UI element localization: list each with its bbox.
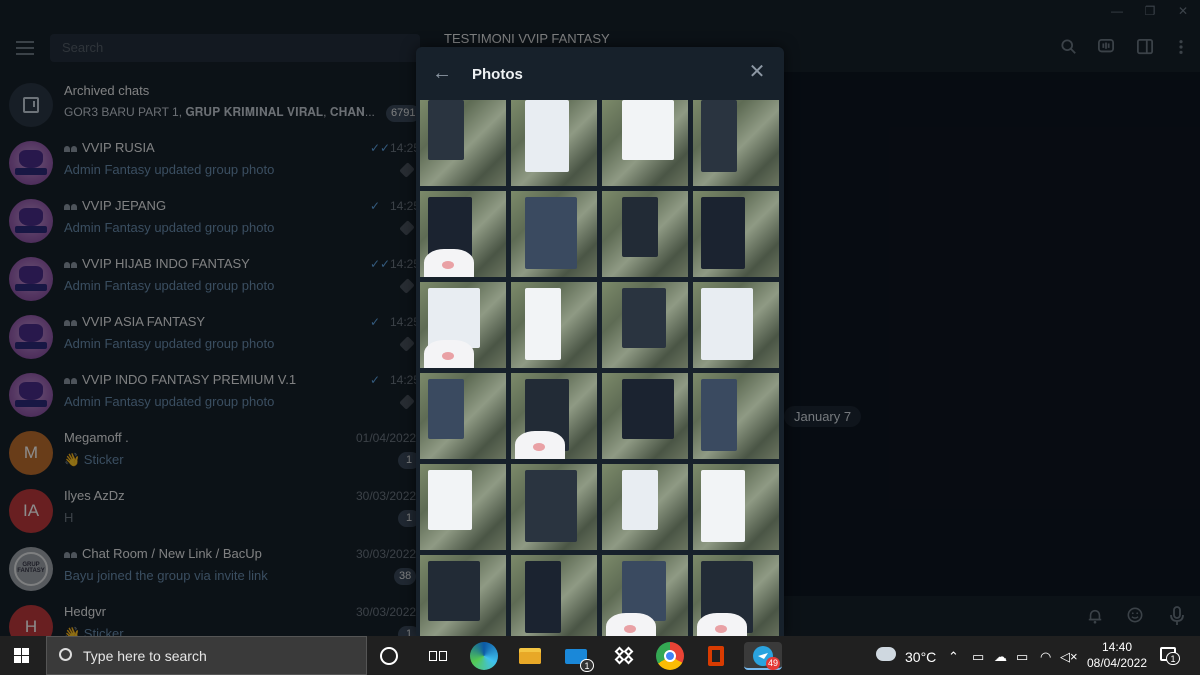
sticker-overlay: [424, 249, 474, 277]
photo-thumbnail[interactable]: [511, 464, 597, 550]
photo-thumbnail[interactable]: [420, 282, 506, 368]
taskbar-search-box[interactable]: Type here to search: [46, 636, 367, 675]
screenshot-preview: [525, 197, 577, 269]
photo-thumbnail[interactable]: [602, 464, 688, 550]
clock-time: 14:40: [1101, 640, 1133, 654]
screenshot-preview: [622, 288, 666, 348]
office-icon[interactable]: [702, 642, 730, 670]
notification-count: 1: [1166, 652, 1180, 665]
windows-start-icon[interactable]: [14, 648, 30, 664]
taskbar-search-placeholder: Type here to search: [83, 648, 207, 664]
sticker-overlay: [515, 431, 565, 459]
clock-date: 08/04/2022: [1086, 656, 1148, 670]
cortana-icon[interactable]: [380, 647, 398, 665]
sticker-overlay: [606, 613, 656, 636]
mail-unread-badge: 1: [580, 659, 594, 672]
photo-thumbnail[interactable]: [511, 555, 597, 636]
screenshot-preview: [428, 470, 472, 530]
sticker-overlay: [424, 340, 474, 368]
photos-dialog-title: Photos: [472, 66, 523, 83]
screenshot-preview: [428, 561, 480, 621]
photo-thumbnail[interactable]: [693, 100, 779, 186]
telegram-taskbar-icon[interactable]: 49: [744, 642, 782, 670]
screenshot-preview: [622, 470, 658, 530]
photo-thumbnail[interactable]: [420, 100, 506, 186]
screenshot-preview: [701, 470, 745, 542]
photo-thumbnail[interactable]: [420, 191, 506, 277]
onedrive-icon[interactable]: ☁: [994, 649, 1007, 665]
photo-thumbnail[interactable]: [602, 100, 688, 186]
photos-dialog: ← Photos ✕: [416, 47, 784, 636]
photo-thumbnail[interactable]: [602, 191, 688, 277]
photo-thumbnail[interactable]: [693, 191, 779, 277]
screenshot-preview: [525, 561, 561, 633]
file-explorer-icon[interactable]: [516, 642, 544, 670]
wifi-icon[interactable]: ◠: [1040, 649, 1051, 665]
screenshot-preview: [428, 379, 464, 439]
telegram-desktop-window: — ❐ ✕ Search Archived chats GOR3 BARU PA…: [0, 0, 1200, 675]
edge-browser-icon[interactable]: [470, 642, 498, 670]
photo-thumbnail[interactable]: [511, 191, 597, 277]
screenshot-preview: [525, 100, 569, 172]
screenshot-preview: [701, 288, 753, 360]
chrome-icon[interactable]: [656, 642, 684, 670]
screenshot-preview: [622, 197, 658, 257]
photo-thumbnail[interactable]: [420, 555, 506, 636]
mail-icon[interactable]: 1: [562, 642, 594, 672]
screenshot-preview: [428, 100, 464, 160]
photo-thumbnail[interactable]: [511, 282, 597, 368]
screenshot-preview: [622, 379, 674, 439]
windows-taskbar: Type here to search 1 49 30°C ⌃ ▭ ☁ ▭ ◠ …: [0, 636, 1200, 675]
sticker-overlay: [697, 613, 747, 636]
photo-thumbnail[interactable]: [511, 373, 597, 459]
photo-thumbnail[interactable]: [511, 100, 597, 186]
photo-thumbnail[interactable]: [420, 373, 506, 459]
photos-dialog-header: ← Photos ✕: [416, 47, 784, 99]
task-view-icon[interactable]: [424, 642, 452, 670]
search-icon: [59, 648, 72, 661]
screenshot-preview: [701, 379, 737, 451]
notification-center-icon[interactable]: 1: [1160, 647, 1180, 665]
volume-muted-icon[interactable]: ◁×: [1060, 649, 1078, 665]
dropbox-icon[interactable]: [610, 642, 638, 670]
close-icon[interactable]: ✕: [748, 62, 766, 82]
photo-grid: [420, 100, 780, 636]
weather-temperature[interactable]: 30°C: [905, 649, 936, 665]
photo-thumbnail[interactable]: [693, 464, 779, 550]
screenshot-preview: [622, 561, 666, 621]
screenshot-preview: [701, 197, 745, 269]
screenshot-preview: [622, 100, 674, 160]
telegram-unread-badge: 49: [766, 657, 780, 670]
system-clock[interactable]: 14:40 08/04/2022: [1082, 639, 1152, 671]
photo-thumbnail[interactable]: [693, 373, 779, 459]
weather-cloud-icon[interactable]: [876, 647, 896, 661]
screenshot-preview: [428, 288, 480, 348]
screenshot-preview: [525, 288, 561, 360]
meet-now-icon[interactable]: ▭: [972, 649, 984, 665]
screenshot-preview: [525, 470, 577, 542]
back-arrow-icon[interactable]: ←: [432, 63, 452, 83]
photo-thumbnail[interactable]: [602, 282, 688, 368]
photo-thumbnail[interactable]: [602, 555, 688, 636]
photo-thumbnail[interactable]: [420, 464, 506, 550]
screenshot-preview: [701, 100, 737, 172]
chevron-up-icon[interactable]: ⌃: [948, 649, 959, 665]
photo-thumbnail[interactable]: [693, 555, 779, 636]
screenshot-preview: [428, 197, 472, 257]
battery-icon[interactable]: ▭: [1016, 649, 1028, 665]
photo-thumbnail[interactable]: [602, 373, 688, 459]
photo-thumbnail[interactable]: [693, 282, 779, 368]
